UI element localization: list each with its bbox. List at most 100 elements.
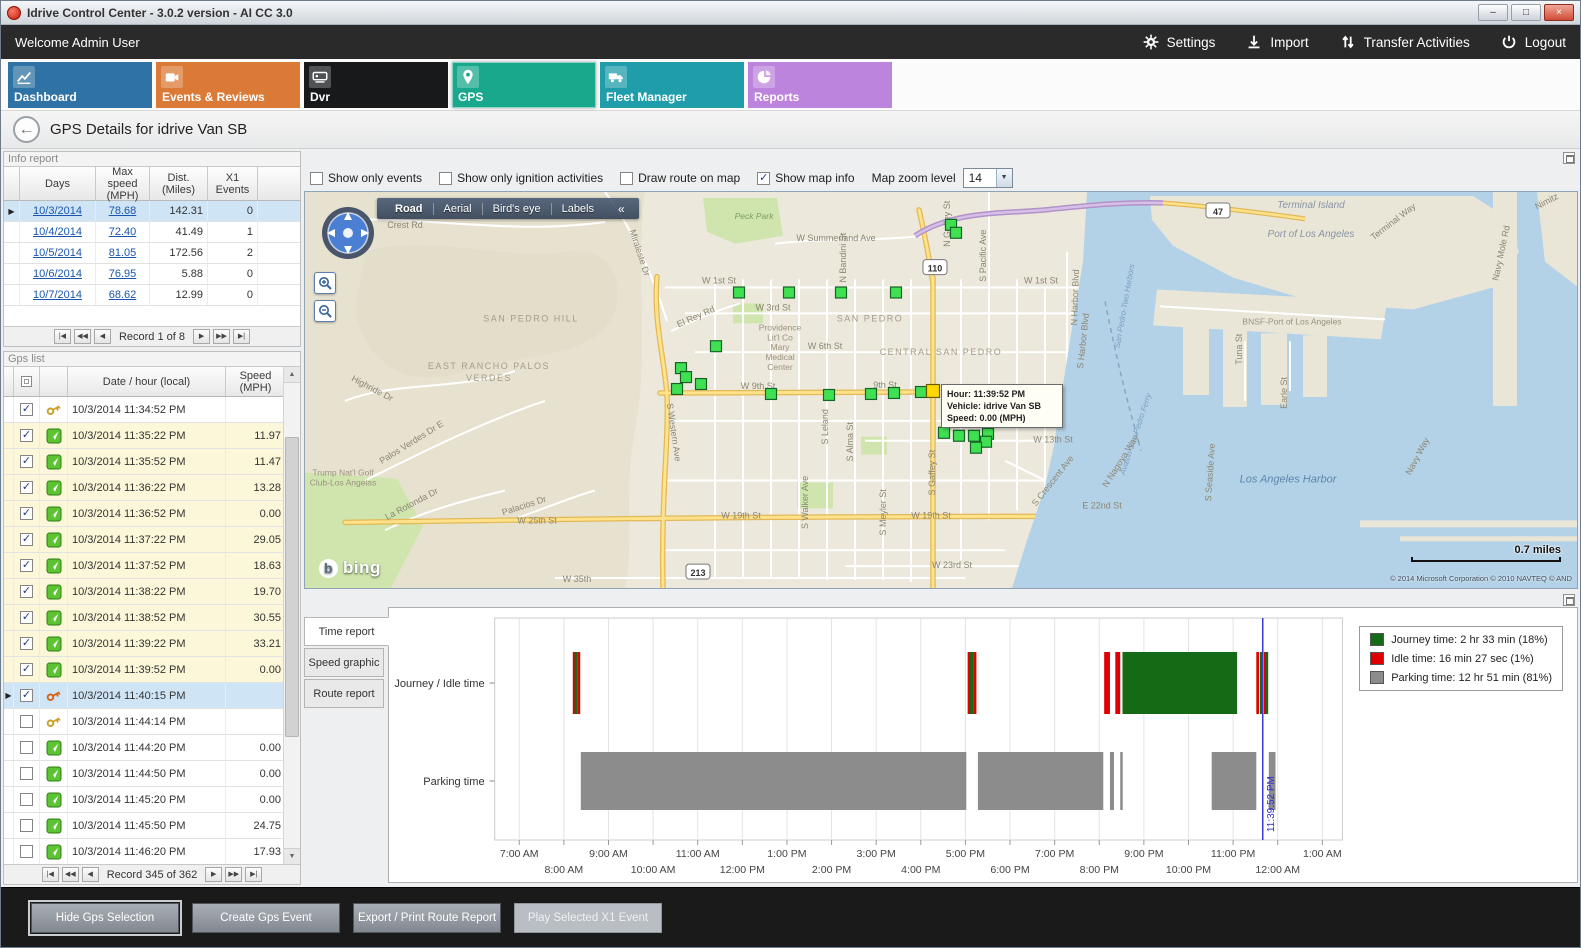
day-link[interactable]: 10/7/2014: [33, 289, 82, 301]
map-mode-labels[interactable]: Labels: [552, 203, 604, 215]
gps-marker[interactable]: [971, 442, 982, 453]
day-link[interactable]: 10/5/2014: [33, 247, 82, 259]
select-all-header[interactable]: [14, 367, 40, 396]
maximize-chart-panel-button[interactable]: [1563, 594, 1575, 606]
day-link[interactable]: 10/3/2014: [33, 205, 82, 217]
map-mode-road[interactable]: Road: [385, 203, 433, 215]
gps-list-row[interactable]: 10/3/2014 11:45:20 PM0.00: [4, 787, 300, 813]
map-compass-control[interactable]: [319, 204, 377, 262]
gps-list-row[interactable]: ✓10/3/2014 11:35:22 PM11.97: [4, 423, 300, 449]
report-tab-time-report[interactable]: Time report: [304, 617, 389, 646]
gps-list-row[interactable]: ✓10/3/2014 11:39:52 PM0.00: [4, 657, 300, 683]
gps-marker[interactable]: [784, 287, 795, 298]
gps-marker[interactable]: [696, 379, 707, 390]
report-tab-speed-graphic[interactable]: Speed graphic: [304, 648, 384, 677]
row-checkbox[interactable]: ✓: [20, 637, 33, 650]
gps-marker[interactable]: [951, 227, 962, 238]
collapse-mode-bar-button[interactable]: «: [604, 202, 631, 216]
report-tab-route-report[interactable]: Route report: [304, 679, 384, 708]
option-show-only-events[interactable]: Show only events: [310, 171, 422, 185]
gps-marker[interactable]: [891, 287, 902, 298]
gps-list-row[interactable]: 10/3/2014 11:44:20 PM0.00: [4, 735, 300, 761]
row-checkbox[interactable]: ✓: [20, 663, 33, 676]
column-header[interactable]: X1 Events: [208, 167, 258, 200]
menu-item-logout[interactable]: Logout: [1500, 33, 1566, 51]
max-speed-link[interactable]: 76.95: [109, 268, 137, 280]
pager-prev-button[interactable]: |◀: [54, 329, 71, 344]
row-checkbox[interactable]: [20, 819, 33, 832]
minimize-button[interactable]: –: [1478, 4, 1508, 21]
checkbox-icon[interactable]: [439, 172, 452, 185]
tab-reports[interactable]: Reports: [748, 62, 892, 108]
pager-prev-button[interactable]: ◀◀: [74, 329, 91, 344]
gps-list-row[interactable]: ▶✓10/3/2014 11:40:15 PM: [4, 683, 300, 709]
pager-next-button[interactable]: ▶: [205, 867, 222, 882]
row-checkbox[interactable]: ✓: [20, 429, 33, 442]
info-report-row[interactable]: 10/4/201472.4041.491: [4, 222, 300, 243]
column-header[interactable]: Max speed (MPH): [96, 167, 150, 200]
map-zoom-out-button[interactable]: [314, 300, 336, 322]
pager-prev-button[interactable]: ◀: [94, 329, 111, 344]
maximize-button[interactable]: □: [1511, 4, 1541, 21]
checkbox-icon[interactable]: [310, 172, 323, 185]
gps-marker[interactable]: [916, 387, 927, 398]
gps-list-row[interactable]: ✓10/3/2014 11:36:52 PM0.00: [4, 501, 300, 527]
select-all-icon[interactable]: [21, 376, 32, 387]
tab-dashboard[interactable]: Dashboard: [8, 62, 152, 108]
day-link[interactable]: 10/6/2014: [33, 268, 82, 280]
pager-prev-button[interactable]: |◀: [42, 867, 59, 882]
gps-list-row[interactable]: ✓10/3/2014 11:37:22 PM29.05: [4, 527, 300, 553]
pager-next-button[interactable]: ▶: [193, 329, 210, 344]
column-header[interactable]: Days: [20, 167, 96, 200]
gps-list-row[interactable]: ✓10/3/2014 11:35:52 PM11.47: [4, 449, 300, 475]
column-header[interactable]: Speed (MPH): [226, 367, 286, 396]
info-report-row[interactable]: ▶10/3/201478.68142.310: [4, 201, 300, 222]
gps-marker[interactable]: [954, 430, 965, 441]
option-show-only-ignition-activities[interactable]: Show only ignition activities: [439, 171, 603, 185]
gps-list-scrollbar[interactable]: ▲ ▼: [283, 367, 300, 864]
pager-next-button[interactable]: ▶▶: [225, 867, 242, 882]
gps-marker[interactable]: [969, 430, 980, 441]
row-checkbox[interactable]: ✓: [20, 559, 33, 572]
gps-marker[interactable]: [981, 436, 992, 447]
option-draw-route-on-map[interactable]: Draw route on map: [620, 171, 740, 185]
pager-prev-button[interactable]: ◀: [82, 867, 99, 882]
gps-list-row[interactable]: ✓10/3/2014 11:37:52 PM18.63: [4, 553, 300, 579]
gps-marker[interactable]: [734, 287, 745, 298]
column-header[interactable]: Dist. (Miles): [150, 167, 208, 200]
info-report-row[interactable]: 10/6/201476.955.880: [4, 264, 300, 285]
max-speed-link[interactable]: 78.68: [109, 205, 137, 217]
back-button[interactable]: ←: [13, 116, 40, 143]
checkbox-icon[interactable]: ✓: [757, 172, 770, 185]
scrollbar-thumb[interactable]: [285, 437, 299, 737]
gps-marker[interactable]: [766, 389, 777, 400]
info-report-row[interactable]: 10/5/201481.05172.562: [4, 243, 300, 264]
tab-dvr[interactable]: Dvr: [304, 62, 448, 108]
row-checkbox[interactable]: ✓: [20, 481, 33, 494]
gps-list-row[interactable]: 10/3/2014 11:44:50 PM0.00: [4, 761, 300, 787]
map-mode-aerial[interactable]: Aerial: [434, 203, 482, 215]
pager-next-button[interactable]: ▶|: [245, 867, 262, 882]
maximize-map-panel-button[interactable]: [1563, 152, 1575, 164]
gps-marker[interactable]: [681, 372, 692, 383]
row-checkbox[interactable]: [20, 715, 33, 728]
option-show-map-info[interactable]: ✓Show map info: [757, 171, 854, 185]
row-checkbox[interactable]: ✓: [20, 611, 33, 624]
info-report-row[interactable]: 10/7/201468.6212.990: [4, 285, 300, 306]
row-checkbox[interactable]: [20, 845, 33, 858]
gps-marker[interactable]: [939, 427, 950, 438]
pager-prev-button[interactable]: ◀◀: [62, 867, 79, 882]
day-link[interactable]: 10/4/2014: [33, 226, 82, 238]
gps-list-row[interactable]: 10/3/2014 11:45:50 PM24.75: [4, 813, 300, 839]
gps-list-row[interactable]: ✓10/3/2014 11:38:52 PM30.55: [4, 605, 300, 631]
gps-marker[interactable]: [889, 388, 900, 399]
gps-list-row[interactable]: ✓10/3/2014 11:38:22 PM19.70: [4, 579, 300, 605]
export-print-route-report-button[interactable]: Export / Print Route Report: [353, 903, 501, 933]
max-speed-link[interactable]: 81.05: [109, 247, 137, 259]
max-speed-link[interactable]: 68.62: [109, 289, 137, 301]
create-gps-event-button[interactable]: Create Gps Event: [192, 903, 340, 933]
row-checkbox[interactable]: [20, 767, 33, 780]
gps-list-row[interactable]: 10/3/2014 11:46:20 PM17.93: [4, 839, 300, 864]
row-checkbox[interactable]: ✓: [20, 533, 33, 546]
row-checkbox[interactable]: ✓: [20, 507, 33, 520]
